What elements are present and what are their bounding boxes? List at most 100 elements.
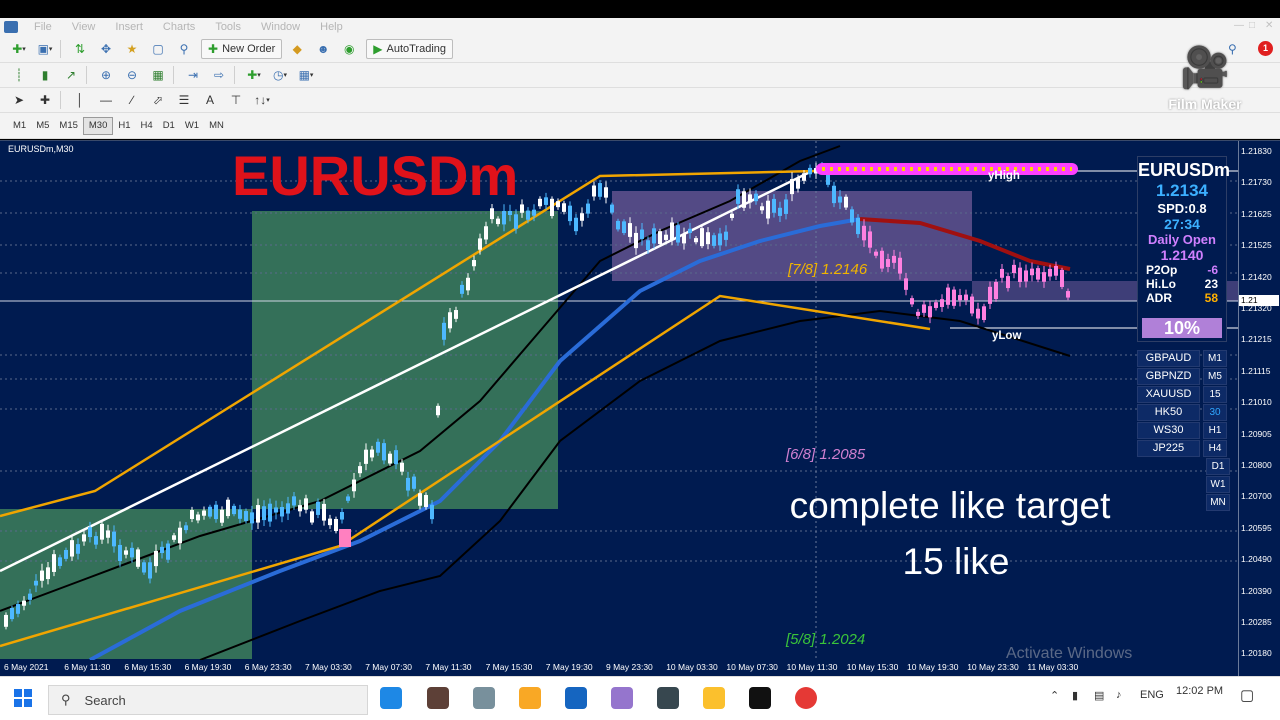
tf-button-d1[interactable]: D1 [1206, 458, 1230, 475]
text-label-icon[interactable]: ⊤ [225, 90, 247, 110]
timeframe-m5[interactable]: M5 [31, 117, 54, 135]
store-icon[interactable] [427, 687, 449, 709]
metatrader-icon[interactable] [749, 687, 771, 709]
tf-button-w1[interactable]: W1 [1206, 476, 1230, 493]
minimize-icon[interactable]: — [1234, 20, 1244, 31]
community-icon[interactable]: ☻ [312, 39, 334, 59]
candlestick-icon[interactable]: ▮ [34, 65, 56, 85]
symbol-button-gbpaud[interactable]: GBPAUD [1137, 350, 1200, 367]
new-order-button[interactable]: ✚ New Order [201, 39, 283, 59]
data-window-icon[interactable]: ✥ [95, 39, 117, 59]
trendline-icon[interactable]: ∕ [121, 90, 143, 110]
notification-badge[interactable]: 1 [1258, 41, 1273, 56]
vertical-line-icon[interactable]: │ [69, 90, 91, 110]
strategy-tester-icon[interactable]: ⚲ [173, 39, 195, 59]
menu-help[interactable]: Help [310, 21, 353, 33]
notification-center-icon[interactable]: ▢ [1240, 686, 1254, 704]
menu-view[interactable]: View [62, 21, 106, 33]
tf-button-30[interactable]: 30 [1203, 404, 1227, 421]
signals-icon[interactable]: ◉ [338, 39, 360, 59]
notes-icon[interactable] [703, 687, 725, 709]
market-watch-icon[interactable]: ⇅ [69, 39, 91, 59]
candle-body [370, 449, 374, 458]
candle-body [58, 557, 62, 566]
chart-shift-icon[interactable]: ⇥ [182, 65, 204, 85]
fibonacci-icon[interactable]: ☰ [173, 90, 195, 110]
taskbar-clock[interactable]: 12:02 PM [1176, 685, 1223, 697]
symbol-button-jp225[interactable]: JP225 [1137, 440, 1200, 457]
templates-icon[interactable]: ▦ ▾ [295, 65, 317, 85]
menu-window[interactable]: Window [251, 21, 310, 33]
terminal-icon[interactable]: ▢ [147, 39, 169, 59]
price-tick: 1.21320 [1241, 303, 1272, 313]
timeframe-mn[interactable]: MN [204, 117, 229, 135]
timeframe-w1[interactable]: W1 [180, 117, 204, 135]
timeframe-h4[interactable]: H4 [136, 117, 158, 135]
file-explorer-icon[interactable] [519, 687, 541, 709]
autoscroll-icon[interactable]: ⇨ [208, 65, 230, 85]
navigator-icon[interactable]: ★ [121, 39, 143, 59]
zoom-out-icon[interactable]: ⊖ [121, 65, 143, 85]
tf-button-mn[interactable]: MN [1206, 494, 1230, 511]
volume-icon[interactable]: ♪ [1116, 689, 1122, 701]
tf-button-h4[interactable]: H4 [1203, 440, 1227, 457]
autotrading-button[interactable]: ▶ AutoTrading [366, 39, 454, 59]
hilo-label: Hi.Lo [1146, 277, 1176, 291]
profiles-icon[interactable]: ▣ ▾ [34, 39, 56, 59]
line-studies-toolbar: ➤ ✚ │ — ∕ ⬀ ☰ A ⊤ ↑↓ ▾ [0, 88, 1280, 113]
battery-icon[interactable]: ▮ [1072, 689, 1078, 702]
start-button[interactable] [14, 689, 32, 707]
arrows-icon[interactable]: ↑↓ ▾ [251, 90, 273, 110]
crosshair-icon[interactable]: ✚ [34, 90, 56, 110]
text-icon[interactable]: A [199, 90, 221, 110]
edge-icon[interactable] [380, 687, 402, 709]
app-icon[interactable] [611, 687, 633, 709]
symbol-button-hk50[interactable]: HK50 [1137, 404, 1200, 421]
mail-icon[interactable] [565, 687, 587, 709]
chrome-icon[interactable] [795, 687, 817, 709]
menu-insert[interactable]: Insert [105, 21, 153, 33]
timeframe-m15[interactable]: M15 [54, 117, 82, 135]
menu-tools[interactable]: Tools [205, 21, 251, 33]
network-icon[interactable]: ▤ [1094, 689, 1104, 702]
info-spread: SPD:0.8 [1157, 201, 1207, 216]
tf-button-h1[interactable]: H1 [1203, 422, 1227, 439]
timeframe-d1[interactable]: D1 [158, 117, 180, 135]
candle-body [730, 213, 734, 218]
tf-button-m5[interactable]: M5 [1203, 368, 1227, 385]
timeframe-m1[interactable]: M1 [8, 117, 31, 135]
tf-button-m1[interactable]: M1 [1203, 350, 1227, 367]
symbol-button-ws30[interactable]: WS30 [1137, 422, 1200, 439]
tf-button-15[interactable]: 15 [1203, 386, 1227, 403]
horizontal-line-icon[interactable]: — [95, 90, 117, 110]
line-chart-icon[interactable]: ↗ [60, 65, 82, 85]
new-chart-icon[interactable]: ✚ ▾ [8, 39, 30, 59]
tile-windows-icon[interactable]: ▦ [147, 65, 169, 85]
price-chart[interactable]: EURUSDm,M30 EURUSDm [7/8] 1.2146 [6/8] 1… [0, 140, 1280, 676]
menu-file[interactable]: File [24, 21, 62, 33]
price-scale[interactable]: 1.21 1.21830 1.21730 1.21625 1.21525 1.21420… [1238, 141, 1280, 676]
zoom-in-icon[interactable]: ⊕ [95, 65, 117, 85]
timeframe-h1[interactable]: H1 [113, 117, 135, 135]
symbol-button-xauusd[interactable]: XAUUSD [1137, 386, 1200, 403]
time-tick: 7 May 19:30 [545, 662, 593, 672]
tray-arrow-icon[interactable]: ⌃ [1050, 689, 1059, 702]
restore-icon[interactable]: □ [1249, 20, 1255, 31]
metaeditor-icon[interactable]: ◆ [286, 39, 308, 59]
camera-app-icon[interactable] [473, 687, 495, 709]
equidistant-channel-icon[interactable]: ⬀ [147, 90, 169, 110]
close-icon[interactable]: ✕ [1265, 20, 1273, 31]
timeframe-m30[interactable]: M30 [82, 116, 114, 135]
info-timer: 27:34 [1164, 216, 1200, 232]
toolbar-separator [234, 66, 235, 84]
indicators-icon[interactable]: ✚ ▾ [243, 65, 265, 85]
menu-charts[interactable]: Charts [153, 21, 205, 33]
cursor-icon[interactable]: ➤ [8, 90, 30, 110]
taskbar-search[interactable]: ⚲ Search [48, 685, 368, 715]
symbol-button-gbpnzd[interactable]: GBPNZD [1137, 368, 1200, 385]
bar-chart-icon[interactable]: ┊ [8, 65, 30, 85]
p2o-value: -6 [1207, 263, 1218, 277]
language-indicator[interactable]: ENG [1140, 689, 1164, 701]
film-app-icon[interactable] [657, 687, 679, 709]
periods-icon[interactable]: ◷ ▾ [269, 65, 291, 85]
